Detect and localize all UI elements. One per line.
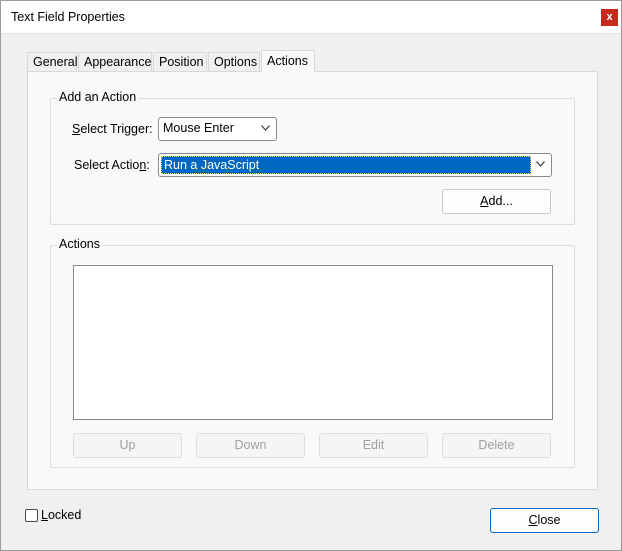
- tab-appearance[interactable]: Appearance: [78, 52, 152, 72]
- action-dropdown[interactable]: Run a JavaScript: [158, 153, 552, 177]
- add-action-button[interactable]: Add...: [442, 189, 551, 214]
- actions-group-label: Actions: [57, 237, 102, 251]
- close-icon[interactable]: x: [601, 9, 618, 26]
- window-title: Text Field Properties: [11, 10, 125, 24]
- delete-button[interactable]: Delete: [442, 433, 551, 458]
- tab-options[interactable]: Options: [208, 52, 260, 72]
- up-button[interactable]: Up: [73, 433, 182, 458]
- locked-label-text: ocked: [47, 508, 82, 522]
- dialog-window: Text Field Properties x General Appearan…: [0, 0, 622, 551]
- add-action-group-label: Add an Action: [57, 90, 139, 104]
- locked-label[interactable]: Locked: [41, 508, 81, 522]
- trigger-dropdown[interactable]: Mouse Enter: [158, 117, 277, 141]
- chevron-down-icon: [261, 125, 270, 131]
- action-value: Run a JavaScript: [161, 156, 531, 174]
- actions-list[interactable]: [73, 265, 553, 420]
- edit-button[interactable]: Edit: [319, 433, 428, 458]
- add-action-group: Add an Action Select Trigger: Mouse Ente…: [50, 90, 575, 225]
- close-button[interactable]: Close: [490, 508, 599, 533]
- title-bar: Text Field Properties x: [1, 1, 621, 34]
- actions-tab-panel: Add an Action Select Trigger: Mouse Ente…: [27, 71, 598, 490]
- tab-general[interactable]: General: [27, 52, 77, 72]
- locked-mnemonic: L: [41, 508, 48, 522]
- action-label-text: Select Actio: [74, 158, 140, 172]
- close-button-text: lose: [537, 513, 561, 527]
- trigger-label-text: elect Trigger:: [80, 122, 153, 136]
- select-action-label: Select Action:: [74, 158, 150, 172]
- tab-position[interactable]: Position: [153, 52, 207, 72]
- select-trigger-label: Select Trigger:: [72, 122, 153, 136]
- chevron-down-icon: [536, 161, 545, 167]
- add-button-text: dd...: [488, 194, 513, 208]
- add-mnemonic: A: [480, 194, 489, 208]
- tab-actions[interactable]: Actions: [261, 50, 315, 73]
- trigger-value: Mouse Enter: [163, 121, 234, 135]
- close-mnemonic: C: [528, 513, 538, 527]
- action-label-colon: :: [146, 158, 150, 172]
- locked-checkbox[interactable]: [25, 509, 38, 522]
- down-button[interactable]: Down: [196, 433, 305, 458]
